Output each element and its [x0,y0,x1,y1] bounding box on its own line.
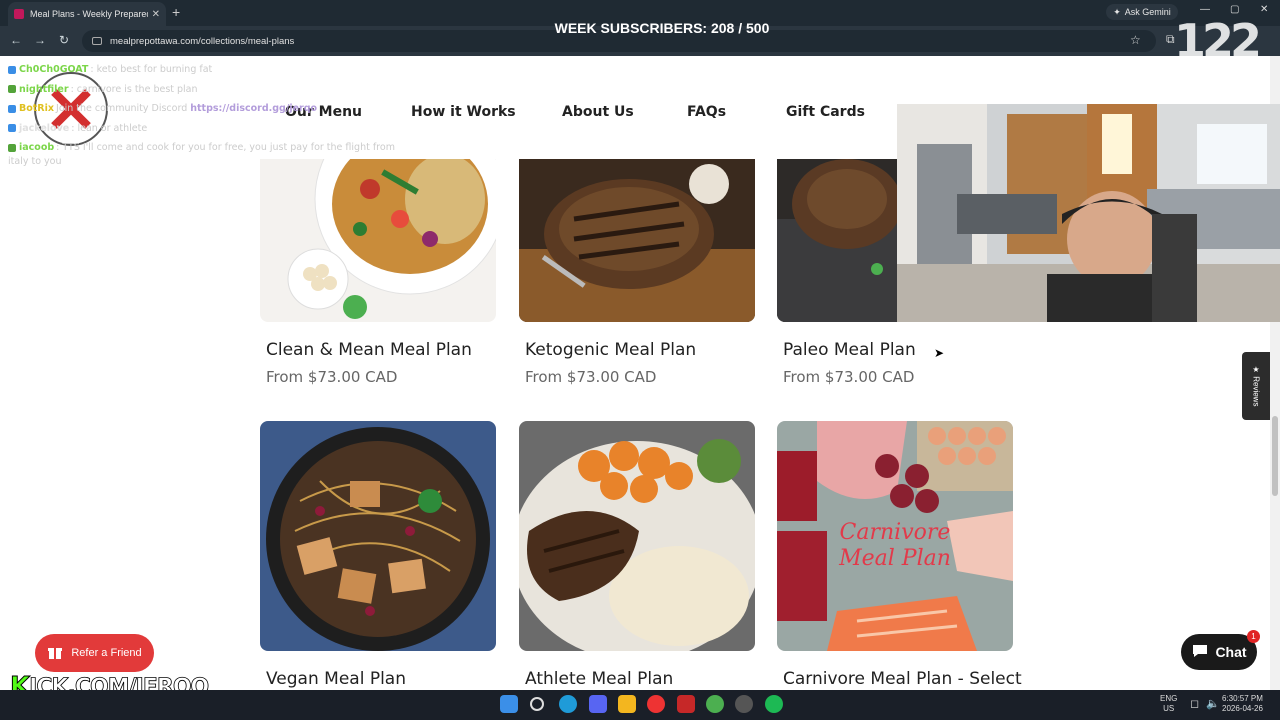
chat-username: nightfiler [19,83,69,95]
ask-gemini-label: Ask Gemini [1124,7,1171,17]
refer-a-friend-button[interactable]: Refer a Friend [35,634,154,672]
app-icon[interactable] [677,695,695,713]
new-tab-icon[interactable]: + [172,4,180,20]
product-image[interactable] [260,159,496,322]
site-info-icon[interactable] [92,37,102,45]
stream-chat-overlay: Ch0Ch0GOAT: keto best for burning fat ni… [8,60,428,171]
streamer-webcam [897,104,1280,322]
browser-tab[interactable]: Meal Plans - Weekly Prepared M ✕ [8,2,166,26]
user-badge-icon [8,65,16,74]
edge-icon[interactable] [559,695,577,713]
windows-taskbar: ENG US ◻ 🔈 6:30:57 PM 2026-04-26 [0,690,1280,720]
discord-icon[interactable] [589,695,607,713]
url-text: mealprepottawa.com/collections/meal-plan… [110,35,295,47]
back-icon[interactable]: ← [8,33,24,47]
user-badge-icon [8,124,16,132]
product-price: From $73.00 CAD [783,368,915,386]
nav-faqs[interactable]: FAQs [687,104,726,120]
language-code: ENG [1160,694,1178,703]
obs-icon[interactable] [735,695,753,713]
product-price: From $73.00 CAD [266,368,398,386]
start-menu-icon[interactable] [500,695,518,713]
product-title[interactable]: Carnivore Meal Plan - Select [783,669,1022,689]
product-price: From $73.00 CAD [525,368,657,386]
gift-icon [47,644,63,663]
user-badge-icon [8,104,16,113]
clock[interactable]: 6:30:57 PM 2026-04-26 [1222,694,1263,714]
spotify-icon[interactable] [765,695,783,713]
language-indicator[interactable]: ENG US [1160,694,1177,714]
clock-date: 2026-04-26 [1222,704,1263,713]
user-badge-icon [8,85,16,93]
volume-icon[interactable]: 🔈 [1206,699,1220,710]
chat-text: : carnivore is the best plan [70,83,198,95]
chat-button[interactable]: Chat [1181,634,1257,670]
reviews-tab[interactable]: ★ Reviews [1242,352,1270,420]
product-card[interactable]: Carnivore Meal Plan Carnivore Meal Plan … [777,421,1022,690]
gemini-icon: ✦ [1113,6,1121,17]
product-title[interactable]: Ketogenic Meal Plan [525,340,755,360]
bookmark-star-icon[interactable]: ☆ [1130,33,1141,47]
product-card[interactable]: Athlete Meal Plan [519,421,755,690]
refer-label: Refer a Friend [71,647,142,659]
chat-text: : TTS I'll come and cook for you for fre… [56,142,395,153]
user-badge-icon [8,143,16,152]
chat-username: BotRix [19,103,55,114]
stream-subscriber-goal: WEEK SUBSCRIBERS: 208 / 500 [554,20,770,36]
chat-message: jackelove: lean or athlete [8,119,428,139]
chat-text: : lean or athlete [71,122,148,134]
product-card[interactable]: Vegan Meal Plan [260,421,496,690]
product-title[interactable]: Vegan Meal Plan [266,669,496,689]
product-card[interactable]: Ketogenic Meal Plan From $73.00 CAD [519,159,755,386]
nav-about-us[interactable]: About Us [562,104,634,120]
carnivore-image-text-line1: Carnivore [840,520,951,545]
product-card[interactable]: Clean & Mean Meal Plan From $73.00 CAD [260,159,496,386]
chat-username: jackelove [19,122,70,134]
mouse-cursor-icon: ➤ [934,346,945,360]
chat-message: iacoob: TTS I'll come and cook for you f… [8,138,428,158]
clock-time: 6:30:57 PM [1222,694,1263,703]
close-tab-icon[interactable]: ✕ [152,9,160,20]
close-window-icon[interactable]: ✕ [1260,4,1268,15]
file-explorer-icon[interactable] [618,695,636,713]
tab-title: Meal Plans - Weekly Prepared M [30,9,148,19]
product-title[interactable]: Paleo Meal Plan [783,340,1013,360]
nav-gift-cards[interactable]: Gift Cards [786,104,865,120]
chrome-icon[interactable] [647,695,665,713]
ask-gemini-button[interactable]: ✦ Ask Gemini [1106,4,1178,20]
product-image[interactable] [519,159,755,322]
chat-username: Ch0Ch0GOAT [19,64,89,75]
network-icon[interactable]: ◻ [1190,699,1199,710]
product-image[interactable]: Carnivore Meal Plan [777,421,1013,651]
region-code: US [1163,704,1175,713]
chat-label: Chat [1215,644,1247,660]
chrome-active-icon[interactable] [706,695,724,713]
scrollbar-thumb[interactable] [1272,416,1278,496]
chat-message: BotRix Join the community Discord https:/… [8,99,428,119]
chat-message: nightfiler: carnivore is the best plan [8,80,428,100]
chat-message: Ch0Ch0GOAT: keto best for burning fat [8,60,428,80]
product-image[interactable] [260,421,496,651]
forward-icon[interactable]: → [32,33,48,47]
site-favicon-icon [14,9,24,19]
chat-notification-badge: 1 [1247,630,1260,643]
product-image[interactable] [519,421,755,651]
chat-bubble-icon [1191,643,1209,662]
product-title[interactable]: Athlete Meal Plan [525,669,755,689]
chat-text: Join the community Discord [56,103,191,114]
carnivore-image-text-line2: Meal Plan [838,546,951,571]
chat-text: : keto best for burning fat [90,64,213,75]
search-icon[interactable] [530,697,544,711]
stream-counter: 122 [1174,14,1262,68]
reload-icon[interactable]: ↻ [56,33,72,47]
discord-link[interactable]: https://discord.gg/jerqo [190,103,317,114]
product-title[interactable]: Clean & Mean Meal Plan [266,340,496,360]
